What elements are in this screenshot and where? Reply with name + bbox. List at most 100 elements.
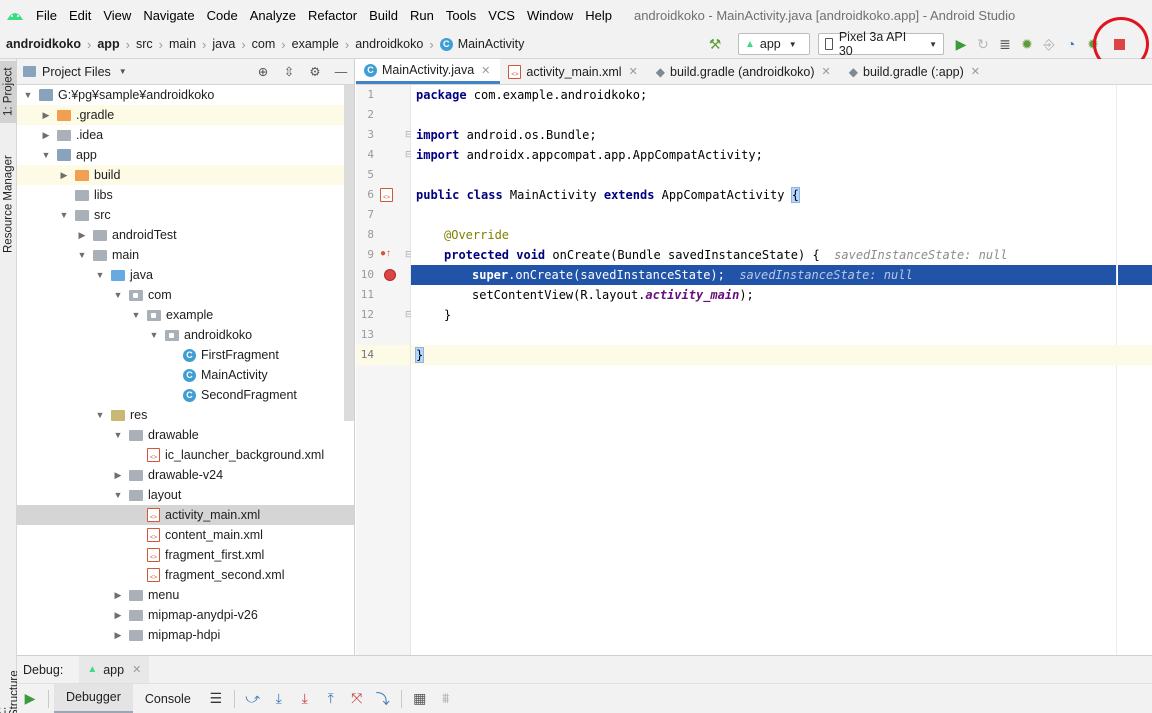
device-select[interactable]: Pixel 3a API 30 ▼ [818, 30, 944, 58]
chevron-right-icon[interactable]: ▶ [111, 630, 125, 641]
breadcrumb-androidkoko[interactable]: androidkoko [351, 37, 427, 51]
close-icon[interactable]: ✕ [132, 663, 141, 676]
breadcrumb-com[interactable]: com [248, 37, 280, 51]
tree-item[interactable]: ▼ androidkoko [17, 325, 354, 345]
run-play-icon[interactable]: ▶ [950, 33, 972, 55]
tree-item-selected[interactable]: <> activity_main.xml [17, 505, 354, 525]
resume-program-icon[interactable]: ▶ [17, 687, 43, 711]
resource-manager-tab[interactable]: Resource Manager [0, 149, 17, 259]
drop-frame-icon[interactable]: ⤧ [344, 687, 370, 711]
chevron-down-icon[interactable]: ▼ [93, 270, 107, 280]
tab-activity-main-xml[interactable]: <> activity_main.xml ✕ [500, 59, 647, 84]
menu-file[interactable]: File [30, 8, 63, 23]
menu-analyze[interactable]: Analyze [244, 8, 302, 23]
tree-item[interactable]: ▶ .idea [17, 125, 354, 145]
chevron-down-icon[interactable]: ▼ [111, 430, 125, 440]
close-icon[interactable]: ✕ [629, 65, 638, 78]
tree-item[interactable]: ▶ menu [17, 585, 354, 605]
attach-debugger-icon[interactable]: ⎆ [1038, 33, 1060, 55]
run-to-cursor-icon[interactable]: ⤵ [370, 687, 396, 711]
profiler-icon[interactable]: ◔ [1060, 33, 1082, 55]
breadcrumb-example[interactable]: example [288, 37, 343, 51]
tree-item[interactable]: <> ic_launcher_background.xml [17, 445, 354, 465]
menu-navigate[interactable]: Navigate [137, 8, 200, 23]
code-line-current[interactable]: } [411, 345, 1152, 365]
menu-window[interactable]: Window [521, 8, 579, 23]
tree-item[interactable]: ▶ .gradle [17, 105, 354, 125]
tab-mainactivity-java[interactable]: C MainActivity.java ✕ [356, 59, 501, 84]
tree-item[interactable]: ▶ mipmap-anydpi-v26 [17, 605, 354, 625]
chevron-right-icon[interactable]: ▶ [111, 590, 125, 601]
project-view-select[interactable]: Project Files [42, 65, 111, 79]
chevron-down-icon[interactable]: ▼ [111, 290, 125, 300]
debug-session-tab[interactable]: ▲ app ✕ [79, 655, 150, 684]
menu-edit[interactable]: Edit [63, 8, 97, 23]
tree-item[interactable]: ▼ G:¥pg¥sample¥androidkoko [17, 85, 354, 105]
layout-marker-icon[interactable]: <> [380, 188, 393, 202]
tab-build-gradle-project[interactable]: ◆ build.gradle (androidkoko) ✕ [648, 59, 841, 84]
chevron-down-icon[interactable]: ▼ [111, 490, 125, 500]
breakpoint-icon[interactable] [384, 269, 396, 281]
menu-code[interactable]: Code [201, 8, 244, 23]
collapse-all-icon[interactable]: ⇳ [276, 64, 302, 79]
tab-debugger[interactable]: Debugger [54, 683, 133, 713]
step-out-icon[interactable]: ⤒ [318, 687, 344, 711]
step-over-icon[interactable]: ⤓ [266, 687, 292, 711]
chevron-right-icon[interactable]: ▶ [111, 470, 125, 481]
code-editor[interactable]: package com.example.androidkoko; import … [411, 85, 1152, 655]
tree-item[interactable]: ▼ example [17, 305, 354, 325]
close-icon[interactable]: ✕ [971, 65, 980, 78]
tab-build-gradle-app[interactable]: ◆ build.gradle (:app) ✕ [841, 59, 990, 84]
close-icon[interactable]: ✕ [481, 64, 490, 77]
code-line[interactable]: import androidx.appcompat.app.AppCompatA… [411, 145, 1152, 165]
menu-help[interactable]: Help [579, 8, 618, 23]
menu-run[interactable]: Run [404, 8, 440, 23]
menu-view[interactable]: View [97, 8, 137, 23]
tree-item[interactable]: ▶ drawable-v24 [17, 465, 354, 485]
locate-icon[interactable]: ⊕ [250, 64, 276, 79]
chevron-right-icon[interactable]: ▶ [75, 230, 89, 241]
code-line-execution-point[interactable]: super.onCreate(savedInstanceState); save… [411, 265, 1116, 285]
tree-item[interactable]: libs [17, 185, 354, 205]
chevron-down-icon[interactable]: ▼ [21, 90, 35, 100]
code-line[interactable]: package com.example.androidkoko; [411, 85, 1152, 105]
chevron-right-icon[interactable]: ▶ [57, 170, 71, 181]
tree-item[interactable]: <> fragment_second.xml [17, 565, 354, 585]
chevron-down-icon[interactable]: ▼ [57, 210, 71, 220]
tree-item[interactable]: ▼ com [17, 285, 354, 305]
tree-item[interactable]: ▼ src [17, 205, 354, 225]
menu-build[interactable]: Build [363, 8, 404, 23]
project-tool-tab[interactable]: 1: Project [0, 61, 17, 123]
breadcrumb-src[interactable]: src [132, 37, 157, 51]
breadcrumb-module[interactable]: app [93, 37, 123, 51]
code-line[interactable]: setContentView(R.layout.activity_main); [411, 285, 1152, 305]
chevron-down-icon[interactable]: ▼ [129, 310, 143, 320]
tree-item[interactable]: ▶ androidTest [17, 225, 354, 245]
code-line[interactable]: @Override [411, 225, 1152, 245]
breadcrumb-project[interactable]: androidkoko [0, 37, 85, 51]
chevron-right-icon[interactable]: ▶ [111, 610, 125, 621]
evaluate-expression-icon[interactable]: ▦ [407, 687, 433, 711]
tree-item[interactable]: ▼ java [17, 265, 354, 285]
project-scrollbar[interactable] [344, 85, 354, 421]
structure-tool-tab[interactable]: Z: Structure [0, 657, 21, 713]
tree-item[interactable]: ▼ drawable [17, 425, 354, 445]
tree-item[interactable]: <> content_main.xml [17, 525, 354, 545]
tree-item[interactable]: ▼ res [17, 405, 354, 425]
tree-item[interactable]: C MainActivity [17, 365, 354, 385]
tree-item[interactable]: ▶ mipmap-hdpi [17, 625, 354, 645]
step-into-icon[interactable]: ⤓ [292, 687, 318, 711]
show-execution-point-icon[interactable]: ⤻ [240, 687, 266, 711]
trace-icon[interactable]: ⩩ [433, 687, 459, 711]
menu-vcs[interactable]: VCS [482, 8, 521, 23]
override-marker-icon[interactable]: ●↑ [380, 248, 391, 259]
menu-tools[interactable]: Tools [440, 8, 482, 23]
breadcrumb-main[interactable]: main [165, 37, 200, 51]
apply-code-changes-icon[interactable]: ≣ [994, 33, 1016, 55]
tree-item[interactable]: C SecondFragment [17, 385, 354, 405]
chevron-down-icon[interactable]: ▼ [39, 150, 53, 160]
hide-icon[interactable]: — [328, 65, 354, 79]
tree-item[interactable]: ▼ layout [17, 485, 354, 505]
menu-refactor[interactable]: Refactor [302, 8, 363, 23]
gear-icon[interactable]: ⚙ [302, 64, 328, 79]
